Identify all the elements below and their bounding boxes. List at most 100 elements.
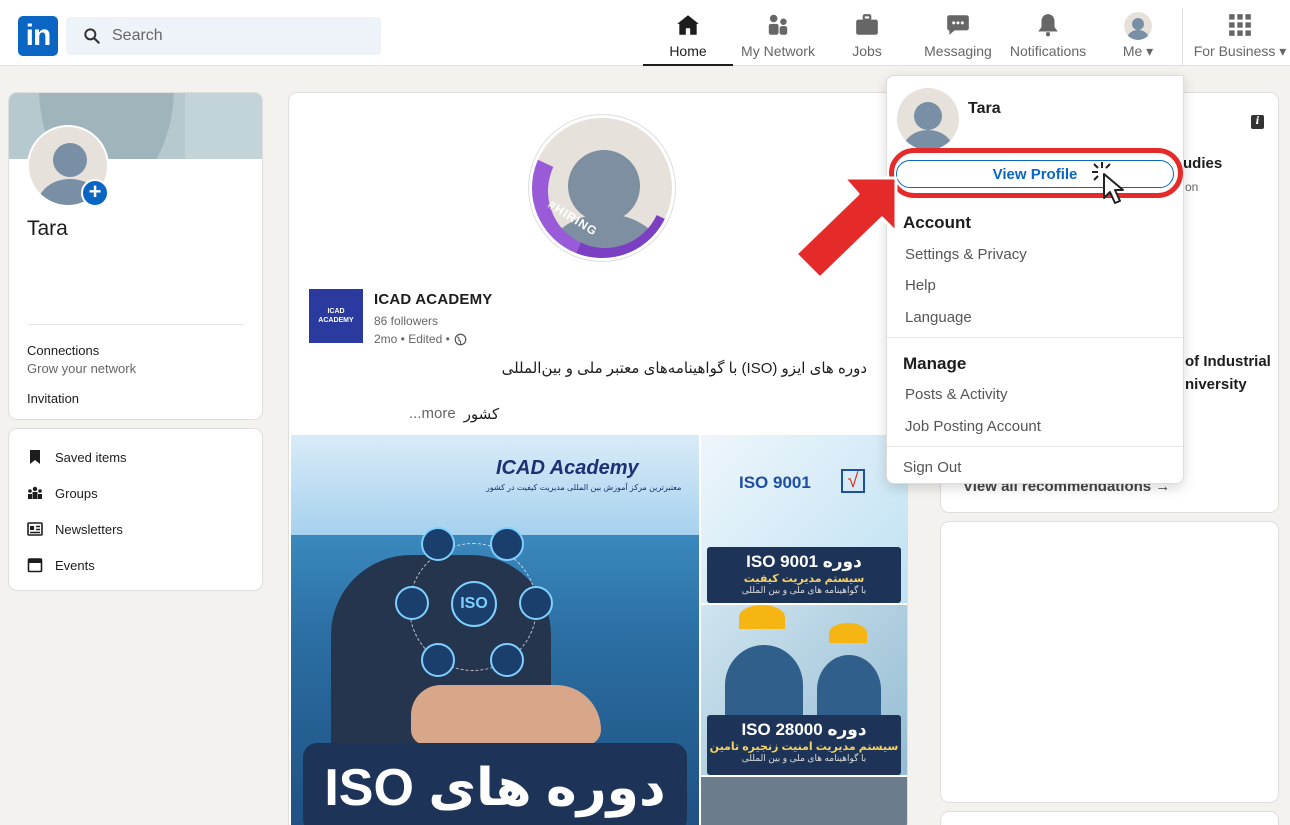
bell-icon xyxy=(1038,14,1058,37)
recommendation-title-1[interactable]: udies xyxy=(1183,155,1222,172)
search-icon xyxy=(84,28,100,44)
team-icon xyxy=(395,586,429,620)
home-icon xyxy=(677,15,699,35)
iso-tag: ISO 9001 xyxy=(739,473,811,492)
saved-items-link[interactable]: Saved items xyxy=(27,449,127,465)
connections-subtitle[interactable]: Grow your network xyxy=(27,361,136,376)
job-posting-account-item[interactable]: Job Posting Account xyxy=(905,418,1041,435)
nav-me[interactable]: Me ▾ xyxy=(1110,12,1166,66)
link-label: Events xyxy=(55,557,95,573)
nav-label: Jobs xyxy=(852,43,882,59)
people-icon xyxy=(768,14,788,35)
message-icon xyxy=(947,15,969,35)
bulb-icon xyxy=(490,643,524,677)
sign-out-item[interactable]: Sign Out xyxy=(903,459,961,476)
invitation-link[interactable]: Invitation xyxy=(27,391,79,406)
check-icon: √ xyxy=(841,469,865,493)
help-item[interactable]: Help xyxy=(905,277,936,294)
highlight-ring xyxy=(889,148,1183,198)
image-brand: ICAD Academy xyxy=(496,457,639,479)
top-nav: in Home My Network Jobs Messaging Notifi… xyxy=(0,0,1290,66)
course-subtitle: سیستم مدیریت کیفیت xyxy=(743,573,865,585)
calendar-icon xyxy=(27,558,43,573)
hiring-avatar[interactable] xyxy=(529,115,675,261)
see-more-link[interactable]: ...more xyxy=(409,405,456,423)
post-image-more[interactable] xyxy=(701,777,907,825)
profile-card: + Tara Connections Grow your network Inv… xyxy=(8,92,263,420)
gear-icon xyxy=(421,527,455,561)
recommendation-title-2[interactable]: of Industrial xyxy=(1185,353,1271,370)
newsletter-icon xyxy=(27,522,43,536)
dropdown-avatar[interactable] xyxy=(897,88,959,150)
nav-notifications[interactable]: Notifications xyxy=(1006,12,1090,66)
course-box: دوره ISO 9001 سیستم مدیریت کیفیت با گواه… xyxy=(707,547,901,603)
groups-link[interactable]: Groups xyxy=(27,485,98,501)
post-text: دوره های ایزو (ISO) با گواهینامه‌های معت… xyxy=(501,360,867,377)
links-card: Saved items Groups Newsletters Events xyxy=(8,428,263,591)
linkedin-logo[interactable]: in xyxy=(18,16,58,56)
info-icon[interactable]: i xyxy=(1251,115,1264,129)
search-input[interactable] xyxy=(112,27,352,45)
nav-label: Home xyxy=(669,43,707,59)
nav-label: For Business ▾ xyxy=(1193,43,1287,59)
nav-label: Notifications xyxy=(1009,43,1087,59)
click-cursor-icon xyxy=(1092,162,1124,204)
course-title: دوره ISO 9001 xyxy=(746,552,862,571)
settings-privacy-item[interactable]: Settings & Privacy xyxy=(905,246,1027,263)
nav-label: Messaging xyxy=(924,43,992,59)
post-text-more: ...more کشور xyxy=(409,405,499,423)
link-label: Saved items xyxy=(55,449,127,465)
iso-center-label: ISO xyxy=(451,581,497,627)
course-subtitle: سیستم مدیریت امنیت زنجیره تامین xyxy=(709,741,899,753)
menu-divider xyxy=(887,337,1183,338)
groups-icon xyxy=(28,486,42,499)
shield-icon xyxy=(490,527,524,561)
link-label: Groups xyxy=(55,485,98,501)
post-image-main[interactable]: ICAD Academy معتبرترین مرکز آموزش بین ال… xyxy=(291,435,699,825)
grid-icon xyxy=(1229,14,1251,36)
nav-label: Me ▾ xyxy=(1122,43,1154,59)
avatar xyxy=(1124,12,1152,40)
globe-icon xyxy=(519,586,553,620)
course-note: با گواهینامه های ملی و بین المللی xyxy=(741,753,867,763)
post-time-text: 2mo • Edited • xyxy=(374,332,450,346)
briefcase-icon xyxy=(856,14,878,35)
right-footer-card xyxy=(940,811,1279,825)
bookmark-icon xyxy=(30,450,40,464)
company-logo[interactable]: ICAD ACADEMY xyxy=(309,289,363,343)
followers-count: 86 followers xyxy=(374,314,439,328)
post-time: 2mo • Edited • xyxy=(374,332,467,346)
course-title: دوره ISO 28000 xyxy=(741,720,867,739)
nav-label: My Network xyxy=(741,43,815,59)
nav-divider xyxy=(1182,8,1183,66)
company-name[interactable]: ICAD ACADEMY xyxy=(374,291,493,308)
menu-divider xyxy=(887,446,1183,447)
nav-home[interactable]: Home xyxy=(643,12,733,66)
globe-icon xyxy=(454,333,467,345)
recommendation-title-2b[interactable]: niversity xyxy=(1185,376,1247,393)
account-heading: Account xyxy=(903,213,971,232)
course-note: با گواهینامه های ملی و بین المللی xyxy=(741,585,867,595)
posts-activity-item[interactable]: Posts & Activity xyxy=(905,386,1008,403)
language-item[interactable]: Language xyxy=(905,309,972,326)
red-arrow-icon xyxy=(794,176,898,280)
add-photo-icon[interactable]: + xyxy=(81,179,109,207)
search-bar[interactable] xyxy=(66,17,381,55)
events-link[interactable]: Events xyxy=(27,557,95,573)
profile-name[interactable]: Tara xyxy=(27,217,68,241)
manage-heading: Manage xyxy=(903,354,967,373)
link-label: Newsletters xyxy=(55,521,123,537)
nav-my-network[interactable]: My Network xyxy=(737,12,819,66)
newsletters-link[interactable]: Newsletters xyxy=(27,521,123,537)
me-dropdown-menu: Tara View Profile Account Settings & Pri… xyxy=(886,75,1184,484)
nav-for-business[interactable]: For Business ▾ xyxy=(1192,12,1288,66)
image-brand-sub: معتبرترین مرکز آموزش بین المللی مدیریت ک… xyxy=(486,483,682,492)
post-image-iso9001[interactable]: ISO 9001 √ دوره ISO 9001 سیستم مدیریت کی… xyxy=(701,435,907,603)
connections-title[interactable]: Connections xyxy=(27,343,99,358)
nav-messaging[interactable]: Messaging xyxy=(922,12,994,66)
post-text-line2: کشور xyxy=(463,406,500,423)
post-image-iso28000[interactable]: دوره ISO 28000 سیستم مدیریت امنیت زنجیره… xyxy=(701,605,907,775)
chart-icon xyxy=(421,643,455,677)
nav-jobs[interactable]: Jobs xyxy=(837,12,897,66)
dropdown-name[interactable]: Tara xyxy=(968,100,1001,118)
